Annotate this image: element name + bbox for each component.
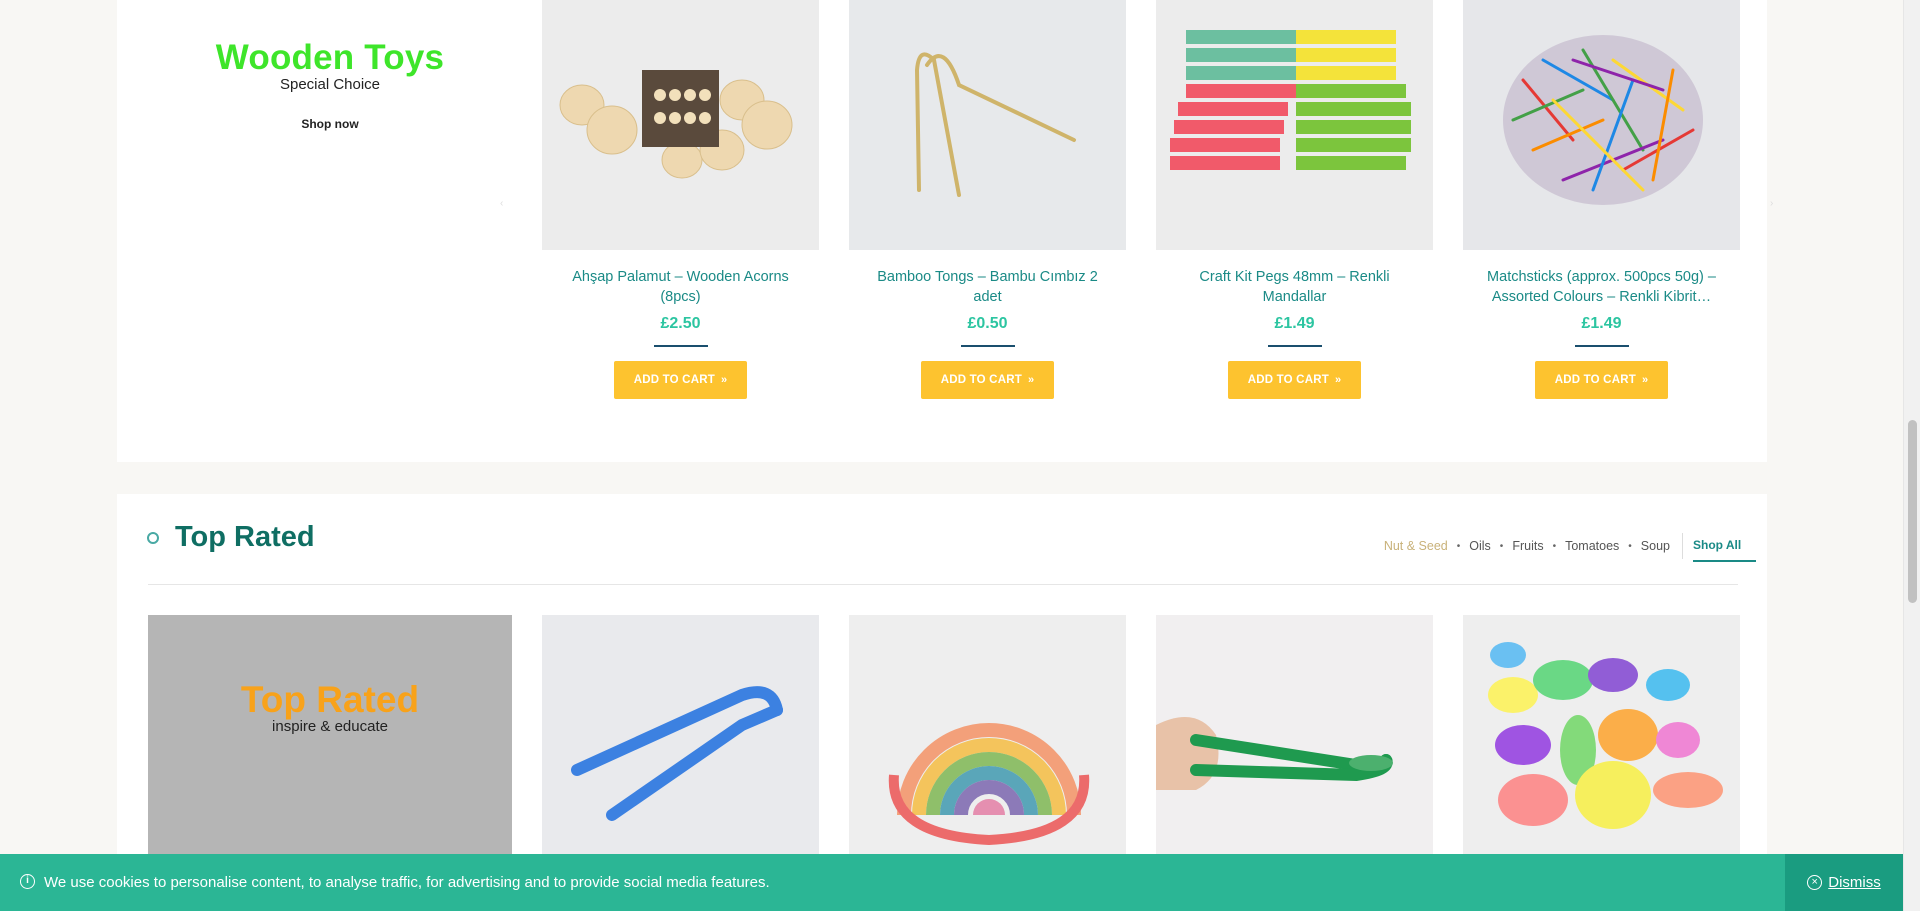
- filter-tomatoes[interactable]: Tomatoes: [1565, 539, 1619, 553]
- add-to-cart-button[interactable]: ADD TO CART »: [613, 361, 748, 399]
- product-price: £2.50: [660, 315, 701, 332]
- promo-title: Wooden Toys: [215, 38, 445, 77]
- add-to-cart-label: ADD TO CART: [940, 374, 1022, 386]
- green-tweezers-image[interactable]: [1156, 615, 1433, 865]
- product-name[interactable]: Craft Kit Pegs 48mm – Renkli Mandallar: [1175, 267, 1415, 307]
- product-name[interactable]: Bamboo Tongs – Bambu Cımbız 2 adet: [868, 267, 1108, 307]
- double-chevron-icon: »: [1027, 374, 1035, 386]
- product-name[interactable]: Matchsticks (approx. 500pcs 50g) – Assor…: [1482, 267, 1722, 307]
- product-card[interactable]: Ahşap Palamut – Wooden Acorns (8pcs) £2.…: [542, 0, 819, 399]
- double-chevron-icon: »: [1641, 374, 1649, 386]
- shop-all-link[interactable]: Shop All: [1693, 538, 1756, 562]
- carousel-prev-icon[interactable]: ‹: [500, 198, 510, 209]
- bullet-separator: •: [1499, 540, 1504, 552]
- section-dot-icon: [147, 532, 159, 544]
- matchsticks-image[interactable]: [1463, 0, 1740, 250]
- scrollbar-thumb[interactable]: [1908, 420, 1917, 603]
- bullet-separator: •: [1628, 540, 1632, 552]
- product-price: £1.49: [1274, 315, 1315, 332]
- product-card[interactable]: Bamboo Tongs – Bambu Cımbız 2 adet £0.50…: [849, 0, 1126, 399]
- promo-subtitle: Special Choice: [279, 76, 381, 93]
- product-name[interactable]: Ahşap Palamut – Wooden Acorns (8pcs): [561, 267, 801, 307]
- add-to-cart-label: ADD TO CART: [633, 374, 715, 386]
- bullet-separator: •: [1552, 540, 1557, 552]
- info-icon: i: [20, 874, 35, 889]
- page-scrollbar[interactable]: [1903, 0, 1920, 911]
- product-card[interactable]: [1156, 615, 1433, 865]
- shop-now-link[interactable]: Shop now: [148, 117, 512, 131]
- add-to-cart-button[interactable]: ADD TO CART »: [1534, 361, 1669, 399]
- divider: [1267, 345, 1322, 347]
- cookie-message: We use cookies to personalise content, t…: [44, 874, 770, 891]
- double-chevron-icon: »: [1334, 374, 1342, 386]
- filter-fruits[interactable]: Fruits: [1512, 539, 1543, 553]
- product-card[interactable]: [1463, 615, 1740, 865]
- product-card[interactable]: Craft Kit Pegs 48mm – Renkli Mandallar £…: [1156, 0, 1433, 399]
- carousel-next-icon[interactable]: ›: [1770, 198, 1780, 209]
- promo-title: Top Rated: [240, 679, 420, 720]
- promo-wooden-toys[interactable]: Wooden Toys Special Choice Shop now: [148, 0, 512, 250]
- divider: [653, 345, 708, 347]
- dismiss-label: Dismiss: [1828, 874, 1881, 891]
- divider: [1682, 533, 1683, 559]
- translucent-stones-image[interactable]: [1463, 615, 1740, 865]
- acorns-image[interactable]: [542, 0, 819, 250]
- close-circle-icon: ×: [1807, 875, 1823, 890]
- rainbow-stacker-image[interactable]: [849, 615, 1126, 865]
- product-card[interactable]: [849, 615, 1126, 865]
- product-card[interactable]: Matchsticks (approx. 500pcs 50g) – Assor…: [1463, 0, 1740, 399]
- filter-nut-seed[interactable]: Nut & Seed: [1384, 539, 1448, 553]
- blue-tweezers-image[interactable]: [542, 615, 819, 865]
- section-title: Top Rated: [175, 521, 315, 553]
- category-filters: Nut & Seed • Oils • Fruits • Tomatoes • …: [1384, 533, 1756, 562]
- tongs-image[interactable]: [849, 0, 1126, 250]
- promo-subtitle: inspire & educate: [272, 718, 388, 735]
- add-to-cart-label: ADD TO CART: [1247, 374, 1329, 386]
- divider: [1574, 345, 1629, 347]
- product-price: £0.50: [967, 315, 1008, 332]
- bullet-separator: •: [1456, 540, 1461, 552]
- dismiss-button[interactable]: × Dismiss: [1785, 854, 1903, 911]
- filter-oils[interactable]: Oils: [1469, 539, 1491, 553]
- add-to-cart-label: ADD TO CART: [1554, 374, 1636, 386]
- add-to-cart-button[interactable]: ADD TO CART »: [1227, 361, 1362, 399]
- cookie-banner: i We use cookies to personalise content,…: [0, 854, 1903, 911]
- pegs-image[interactable]: [1156, 0, 1433, 250]
- divider: [960, 345, 1015, 347]
- product-card[interactable]: [542, 615, 819, 865]
- add-to-cart-button[interactable]: ADD TO CART »: [920, 361, 1055, 399]
- section-divider: [148, 584, 1738, 585]
- product-price: £1.49: [1581, 315, 1622, 332]
- filter-soup[interactable]: Soup: [1641, 539, 1670, 553]
- double-chevron-icon: »: [720, 374, 728, 386]
